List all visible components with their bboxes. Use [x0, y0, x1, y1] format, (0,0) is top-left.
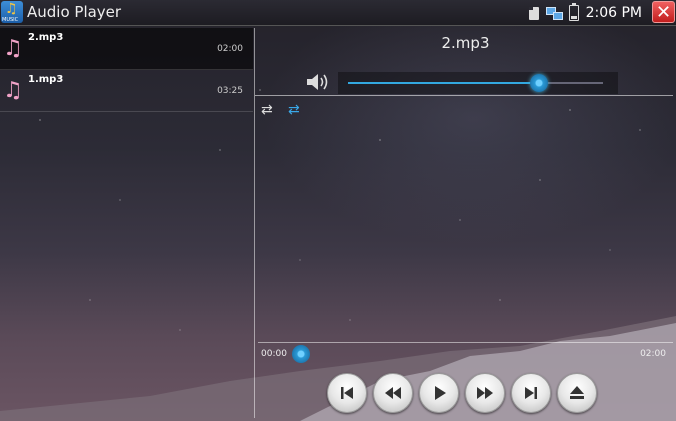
sd-card-icon: [528, 6, 539, 20]
music-note-icon: ♫: [3, 36, 23, 61]
play-button[interactable]: [419, 373, 459, 413]
seek-bar-thumb[interactable]: [292, 345, 311, 363]
status-area: 2:06 PM: [528, 3, 642, 23]
volume-icon[interactable]: [305, 72, 329, 92]
volume-slider[interactable]: [348, 74, 603, 92]
track-duration: 02:00: [217, 44, 243, 54]
playlist: ♫ 2.mp3 02:00 ♫ 1.mp3 03:25: [0, 28, 253, 112]
music-app-icon: ♫ MUSIC: [1, 1, 23, 23]
skip-next-icon: [525, 387, 537, 399]
fast-forward-button[interactable]: [465, 373, 505, 413]
clock: 2:06 PM: [585, 5, 642, 21]
track-duration: 03:25: [217, 86, 243, 96]
rewind-button[interactable]: [373, 373, 413, 413]
network-icon: [545, 7, 563, 20]
seek-bar[interactable]: [258, 342, 673, 343]
music-note-icon: ♫: [3, 78, 23, 103]
app-icon-label: MUSIC: [2, 17, 19, 23]
elapsed-time: 00:00: [261, 349, 287, 359]
app-title: Audio Player: [27, 3, 122, 21]
track-name: 1.mp3: [28, 74, 64, 85]
fast-forward-icon: [477, 387, 493, 399]
now-playing-title: 2.mp3: [441, 34, 490, 52]
playlist-item[interactable]: ♫ 1.mp3 03:25: [0, 70, 253, 112]
playback-controls: [327, 373, 597, 413]
total-time: 02:00: [640, 349, 666, 359]
eject-button[interactable]: [557, 373, 597, 413]
playlist-item[interactable]: ♫ 2.mp3 02:00: [0, 28, 253, 70]
pane-divider: [254, 28, 255, 418]
music-note-icon: ♫: [5, 1, 18, 17]
skip-previous-icon: [341, 387, 353, 399]
previous-button[interactable]: [327, 373, 367, 413]
repeat-one-icon[interactable]: ⇄: [288, 102, 300, 118]
close-button[interactable]: ✕: [652, 1, 675, 23]
rewind-icon: [385, 387, 401, 399]
track-name: 2.mp3: [28, 32, 64, 43]
next-button[interactable]: [511, 373, 551, 413]
header-divider: [255, 95, 673, 96]
repeat-all-icon[interactable]: ⇄: [261, 102, 273, 118]
play-icon: [435, 386, 446, 400]
title-bar: ♫ MUSIC Audio Player 2:06 PM ✕: [0, 0, 676, 26]
volume-slider-fill: [348, 82, 540, 84]
eject-icon: [570, 386, 584, 399]
battery-icon: [568, 3, 579, 21]
